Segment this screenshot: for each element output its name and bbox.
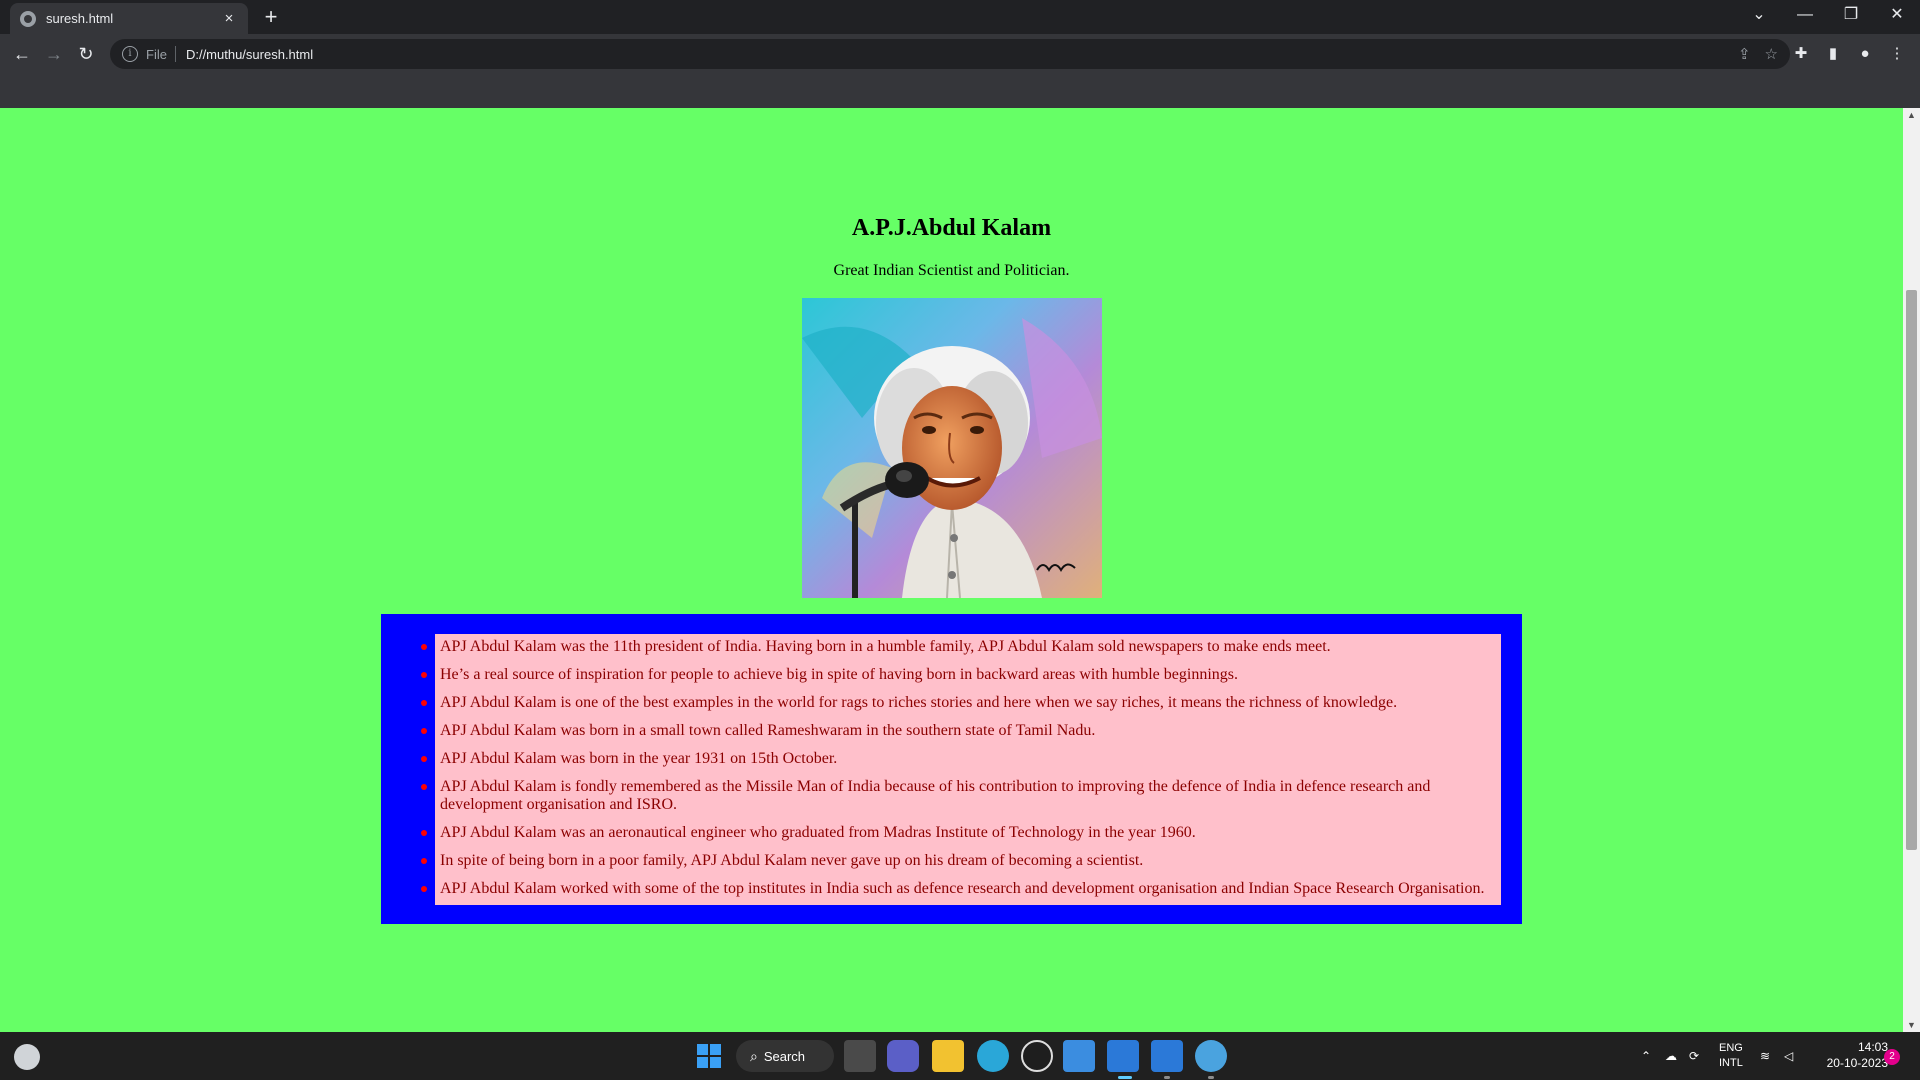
forward-button[interactable]: → <box>40 40 68 68</box>
wifi-icon[interactable]: ≋ <box>1760 1032 1770 1080</box>
page-subtitle: Great Indian Scientist and Politician. <box>833 262 1070 279</box>
browser-toolbar: ← → ↻ i File D://muthu/suresh.html ⇪ ☆ ✚… <box>0 34 1920 74</box>
tab-search-chevron-icon[interactable]: ⌄ <box>1736 0 1782 30</box>
widgets-icon[interactable] <box>14 1044 40 1070</box>
facts-box: APJ Abdul Kalam was the 11th president o… <box>381 614 1522 924</box>
clock-date: 20-10-2023 <box>1826 1056 1888 1070</box>
list-item: APJ Abdul Kalam was the 11th president o… <box>421 638 1491 656</box>
notification-badge[interactable]: 2 <box>1884 1049 1900 1065</box>
page-viewport: A.P.J.Abdul Kalam Great Indian Scientist… <box>0 108 1903 1032</box>
extensions-puzzle-icon[interactable]: ✚ <box>1791 44 1811 64</box>
tab-strip: suresh.html × + ⌄ — ❐ ✕ <box>0 0 1920 34</box>
facts-list: APJ Abdul Kalam was the 11th president o… <box>421 634 1501 905</box>
clock[interactable]: 14:03 20-10-2023 <box>1808 1039 1888 1071</box>
taskbar: ⌕ Search ⌃ ☁ ⟳ ENG INTL ≋ ◁ 14:03 20-10-… <box>0 1032 1920 1080</box>
file-explorer-icon[interactable] <box>932 1040 964 1072</box>
app-indicator <box>1208 1076 1214 1079</box>
tray-chevron-icon[interactable]: ⌃ <box>1641 1032 1651 1080</box>
notepad-icon[interactable] <box>1107 1040 1139 1072</box>
chrome-icon[interactable] <box>1195 1040 1227 1072</box>
side-panel-icon[interactable]: ▮ <box>1823 44 1843 64</box>
clock-time: 14:03 <box>1857 1040 1888 1054</box>
dell-icon[interactable] <box>1021 1040 1053 1072</box>
taskbar-search-button[interactable]: ⌕ Search <box>736 1040 834 1072</box>
reload-button[interactable]: ↻ <box>72 40 100 68</box>
page-title: A.P.J.Abdul Kalam <box>851 215 1052 241</box>
globe-icon <box>20 10 36 27</box>
keyboard-layout: INTL <box>1719 1057 1743 1069</box>
tab-title: suresh.html <box>46 11 114 26</box>
onedrive-icon[interactable]: ☁ <box>1665 1032 1677 1080</box>
address-bar[interactable]: i File D://muthu/suresh.html ⇪ ☆ <box>110 39 1790 69</box>
notepad-icon[interactable] <box>1151 1040 1183 1072</box>
sync-icon[interactable]: ⟳ <box>1689 1032 1699 1080</box>
portrait-image <box>802 298 1102 598</box>
taskbar-search-label: Search <box>763 1048 806 1064</box>
list-item: APJ Abdul Kalam was an aeronautical engi… <box>421 824 1491 842</box>
app-indicator <box>1164 1076 1170 1079</box>
list-item: In spite of being born in a poor family,… <box>421 852 1491 870</box>
menu-kebab-icon[interactable]: ⋮ <box>1887 44 1907 64</box>
list-item: APJ Abdul Kalam was born in the year 193… <box>421 750 1491 768</box>
list-item: APJ Abdul Kalam is fondly remembered as … <box>421 778 1491 814</box>
search-icon: ⌕ <box>750 1047 758 1064</box>
address-url[interactable]: D://muthu/suresh.html <box>186 47 1724 62</box>
new-tab-button[interactable]: + <box>258 4 284 30</box>
profile-icon[interactable]: ● <box>1855 44 1875 64</box>
close-window-button[interactable]: ✕ <box>1874 0 1920 30</box>
restore-button[interactable]: ❐ <box>1828 0 1874 30</box>
minimize-button[interactable]: — <box>1782 0 1828 30</box>
language-indicator[interactable]: ENG INTL <box>1719 1032 1743 1080</box>
share-icon[interactable]: ⇪ <box>1738 45 1751 63</box>
active-app-indicator <box>1118 1076 1132 1079</box>
page-scrollbar[interactable]: ▲ ▼ <box>1903 108 1920 1032</box>
address-scheme: File <box>146 46 167 62</box>
scroll-up-arrow-icon[interactable]: ▲ <box>1903 108 1920 122</box>
close-tab-button[interactable]: × <box>220 10 238 27</box>
address-divider <box>174 46 176 62</box>
list-item: He’s a real source of inspiration for pe… <box>421 666 1491 684</box>
list-item: APJ Abdul Kalam worked with some of the … <box>421 880 1491 898</box>
bookmarks-bar <box>0 74 1920 109</box>
scrollbar-thumb[interactable] <box>1906 290 1917 850</box>
scroll-down-arrow-icon[interactable]: ▼ <box>1903 1018 1920 1032</box>
list-item: APJ Abdul Kalam was born in a small town… <box>421 722 1491 740</box>
volume-icon[interactable]: ◁ <box>1784 1032 1793 1080</box>
start-windows-icon[interactable] <box>697 1044 721 1068</box>
browser-tab[interactable]: suresh.html × <box>10 3 248 34</box>
store-icon[interactable] <box>1063 1040 1095 1072</box>
info-icon[interactable]: i <box>122 46 138 62</box>
edge-browser-icon[interactable] <box>977 1040 1009 1072</box>
teams-chat-icon[interactable] <box>887 1040 919 1072</box>
list-item: APJ Abdul Kalam is one of the best examp… <box>421 694 1491 712</box>
task-view-icon[interactable] <box>844 1040 876 1072</box>
language-code: ENG <box>1719 1042 1743 1054</box>
back-button[interactable]: ← <box>8 40 36 68</box>
bookmark-star-icon[interactable]: ☆ <box>1765 45 1778 63</box>
